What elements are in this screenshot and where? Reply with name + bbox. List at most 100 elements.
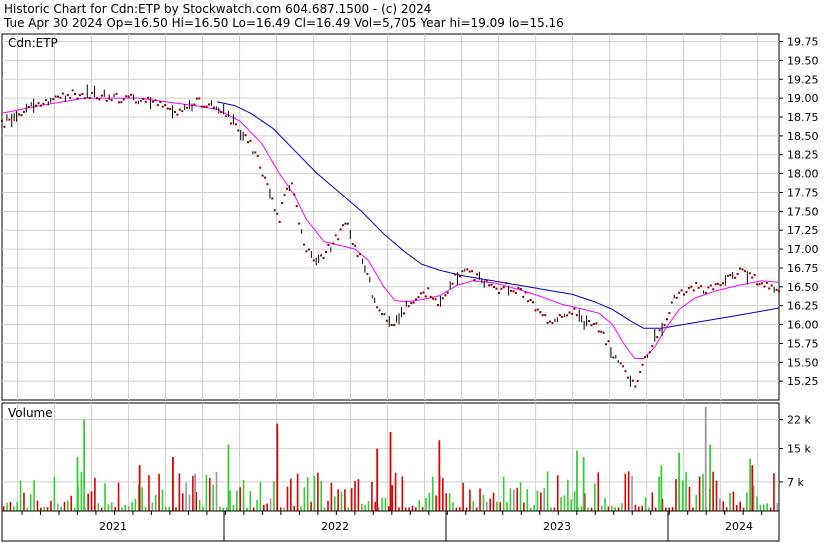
price-point xyxy=(271,197,274,200)
price-point xyxy=(534,309,537,312)
price-point xyxy=(66,93,69,96)
price-point xyxy=(636,380,639,383)
price-point xyxy=(39,104,42,107)
price-point xyxy=(451,282,454,285)
price-point xyxy=(54,95,57,98)
price-point xyxy=(378,309,381,312)
price-point xyxy=(139,99,142,102)
price-point xyxy=(154,99,157,102)
price-point xyxy=(726,274,729,277)
volume-panel-title: Volume xyxy=(8,406,53,420)
price-point xyxy=(663,323,666,326)
price-point xyxy=(134,101,137,104)
price-point xyxy=(544,314,547,317)
price-point xyxy=(778,290,780,293)
price-tick-label: 16.75 xyxy=(787,262,819,275)
price-point xyxy=(130,93,133,96)
price-point xyxy=(536,308,539,311)
price-point xyxy=(117,101,120,104)
price-point xyxy=(687,286,690,289)
price-point xyxy=(98,98,101,101)
price-panel-title: Cdn:ETP xyxy=(8,36,58,50)
price-point xyxy=(74,93,77,96)
price-point xyxy=(115,92,118,95)
price-tick-label: 15.25 xyxy=(787,375,819,388)
price-point xyxy=(619,362,622,365)
price-point xyxy=(298,222,301,225)
price-point xyxy=(380,312,383,315)
price-point xyxy=(665,318,668,321)
price-point xyxy=(763,285,766,288)
price-point xyxy=(719,284,722,287)
price-point xyxy=(285,187,288,190)
price-point xyxy=(18,113,21,116)
price-point xyxy=(436,304,439,307)
price-tick-label: 19.00 xyxy=(787,92,819,105)
price-point xyxy=(91,92,94,95)
price-point xyxy=(770,284,773,287)
price-point xyxy=(407,305,410,308)
price-point xyxy=(549,320,552,323)
price-point xyxy=(273,209,276,212)
price-point xyxy=(42,102,45,105)
price-point xyxy=(721,282,724,285)
price-point xyxy=(651,345,654,348)
price-point xyxy=(639,371,642,374)
price-point xyxy=(546,321,549,324)
price-point xyxy=(195,97,198,100)
price-point xyxy=(519,288,522,291)
price-point xyxy=(527,300,530,303)
price-point xyxy=(57,95,60,98)
price-tick-label: 15.50 xyxy=(787,356,819,369)
price-point xyxy=(122,98,125,101)
price-point xyxy=(729,274,732,277)
volume-y-axis: 22 k 15 k 7 k xyxy=(779,413,811,489)
price-point xyxy=(293,193,296,196)
price-tick-label: 16.50 xyxy=(787,281,819,294)
price-point xyxy=(342,224,345,227)
price-point xyxy=(81,93,84,96)
price-point xyxy=(125,95,128,98)
price-point xyxy=(424,295,427,298)
price-point xyxy=(734,276,737,279)
price-point xyxy=(539,311,542,314)
price-point xyxy=(475,273,478,276)
price-point xyxy=(383,313,386,316)
price-point xyxy=(490,283,493,286)
price-point xyxy=(283,194,286,197)
price-point xyxy=(159,101,162,104)
price-tick-label: 17.00 xyxy=(787,243,819,256)
price-point xyxy=(142,97,145,100)
price-point xyxy=(156,104,159,107)
price-point xyxy=(444,294,447,297)
price-point xyxy=(181,110,184,113)
price-point xyxy=(760,282,763,285)
price-point xyxy=(417,296,420,299)
price-point xyxy=(680,289,683,292)
price-point xyxy=(622,365,625,368)
price-point xyxy=(276,212,279,215)
price-point xyxy=(427,287,430,290)
price-y-axis: 19.75 19.50 19.25 19.00 18.75 18.50 18.25 18.00… xyxy=(779,36,819,388)
price-point xyxy=(510,289,513,292)
price-point xyxy=(658,329,661,332)
price-point xyxy=(173,111,176,114)
price-point xyxy=(78,94,81,97)
price-point xyxy=(193,103,196,106)
price-point xyxy=(419,292,422,295)
price-point xyxy=(488,284,491,287)
price-point xyxy=(332,242,335,245)
price-point xyxy=(402,312,405,315)
price-point xyxy=(668,312,671,315)
price-point xyxy=(169,107,172,110)
price-point xyxy=(631,379,634,382)
price-point xyxy=(685,291,688,294)
volume-tick-label: 7 k xyxy=(787,476,804,489)
price-point xyxy=(100,94,103,97)
price-point xyxy=(531,301,534,304)
volume-panel: 22 k 15 k 7 k Volume xyxy=(1,402,811,512)
price-point xyxy=(765,281,768,284)
price-point xyxy=(290,182,293,185)
price-point xyxy=(110,99,113,102)
price-point xyxy=(461,270,464,273)
